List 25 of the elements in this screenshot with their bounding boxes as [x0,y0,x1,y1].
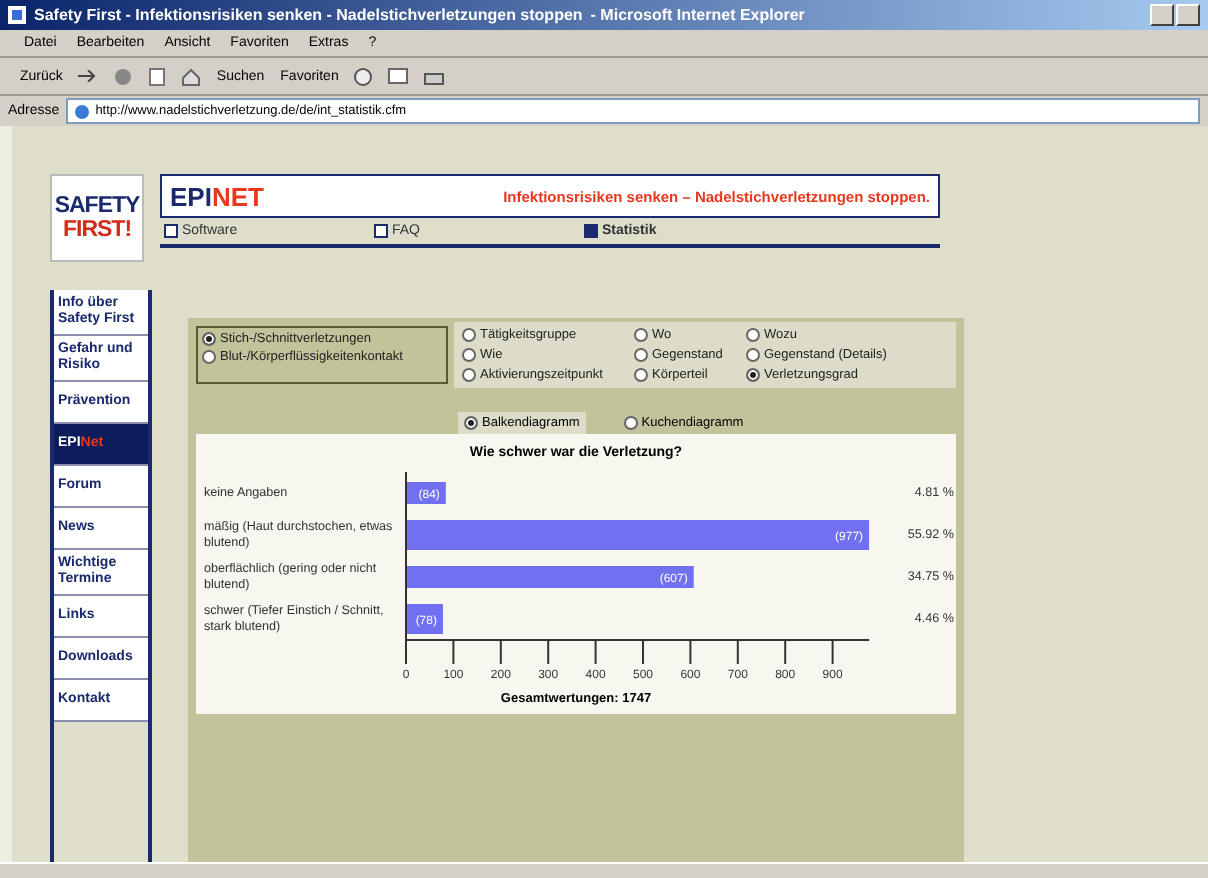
radio-button[interactable] [462,368,476,382]
logo: SAFETY FIRST! [50,174,144,262]
radio-button[interactable] [202,332,216,346]
radio-button[interactable] [462,348,476,362]
maximize-button[interactable] [1176,4,1200,26]
home-icon[interactable] [182,67,201,85]
forward-icon[interactable] [78,70,99,82]
radio-button[interactable] [634,368,648,382]
radio-button[interactable] [623,416,638,430]
radio-button[interactable] [634,328,648,342]
brand-name: EPINET [170,181,264,211]
bar [406,604,443,634]
radio-button[interactable] [746,368,760,382]
browser-icon [8,6,26,24]
radio-button[interactable] [462,328,476,342]
radio-button[interactable] [464,416,478,430]
radio-button[interactable] [746,328,760,342]
bar [406,482,446,504]
radio-button[interactable] [202,350,216,364]
window-title: Safety First - Infektionsrisiken senken - Nadelstichverletzungen stoppen [34,6,583,24]
radio-button[interactable] [746,348,760,362]
radio-button[interactable] [634,348,648,362]
minimize-button[interactable] [1150,4,1174,26]
page-icon [73,103,90,119]
app-name: - Microsoft Internet Explorer [590,6,805,24]
